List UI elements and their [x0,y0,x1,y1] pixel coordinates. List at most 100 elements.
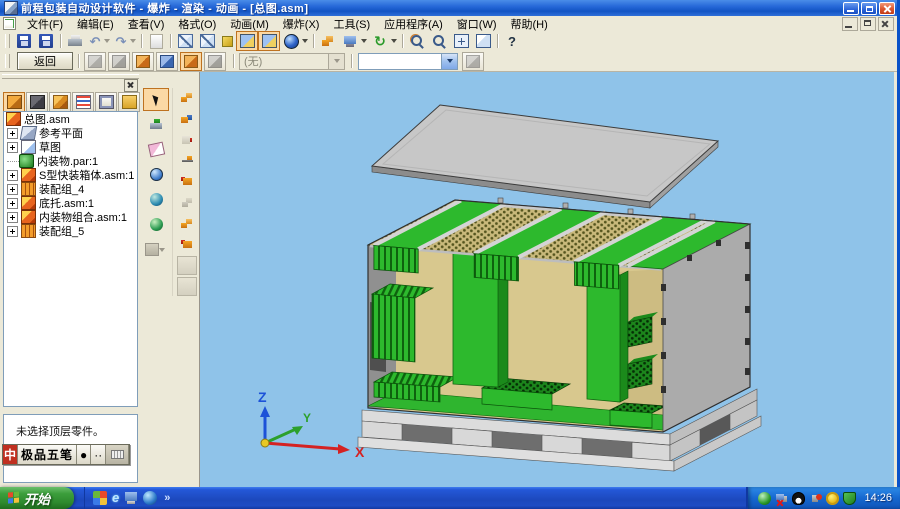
panel-splitter[interactable] [3,408,138,413]
tree-row[interactable]: 内装物组合.asm:1 [4,210,137,224]
expand-icon[interactable] [7,142,18,153]
explode-move-button[interactable] [176,130,198,149]
menu-file[interactable]: 文件(F) [20,15,70,33]
ime-shape-toggle[interactable]: ● [77,445,91,464]
start-button[interactable]: 开始 [0,487,74,509]
menu-applications[interactable]: 应用程序(A) [377,15,450,33]
config-select[interactable] [358,53,458,70]
lid-panel[interactable] [372,105,718,208]
expand-icon[interactable] [7,212,18,223]
tree-row[interactable]: 内装物.par:1 [4,154,137,168]
disabled-tool-button[interactable] [143,238,169,261]
internet-explorer-icon[interactable]: e [112,491,119,505]
tab-layers[interactable] [26,92,48,112]
render-material-button[interactable] [143,213,169,236]
render-scene-button[interactable] [143,188,169,211]
mdi-close-button[interactable] [878,17,894,31]
fit-view-button[interactable] [450,31,472,51]
tab-pathfinder[interactable] [3,92,25,112]
ime-keyboard-button[interactable] [106,445,129,464]
refresh-button[interactable]: ↻ [369,31,391,51]
ime-language-button[interactable]: 中 [3,445,18,464]
save-button[interactable] [13,31,35,51]
capture-view-button[interactable] [176,256,198,275]
hidden-edge-view-button[interactable] [196,31,218,51]
redo-dropdown[interactable] [130,39,136,43]
show-desktop-icon[interactable] [124,491,138,505]
tree-row[interactable]: 底托.asm:1 [4,196,137,210]
activate-part-button[interactable] [143,113,169,136]
erase-button[interactable] [143,138,169,161]
render-setup-button[interactable] [143,163,169,186]
tree-row[interactable]: 参考平面 [4,126,137,140]
panel-grip[interactable] [2,74,139,79]
crate-body[interactable] [358,198,761,471]
mdi-minimize-button[interactable] [842,17,858,31]
expand-icon[interactable] [7,128,18,139]
explode-group-button[interactable] [176,235,198,254]
paste-button[interactable] [145,31,167,51]
menu-format[interactable]: 格式(O) [171,15,223,33]
minimize-button[interactable] [843,2,859,15]
tab-sensors[interactable] [95,92,117,112]
undo-button[interactable]: ↶ [86,31,104,51]
render-mode-button[interactable] [280,31,302,51]
coin-tray-icon[interactable] [826,492,839,505]
tree-row[interactable]: 装配组_4 [4,182,137,196]
tab-family[interactable] [49,92,71,112]
menu-window[interactable]: 窗口(W) [450,15,504,33]
close-button[interactable] [879,2,895,15]
ime-name-button[interactable]: 极品五笔 [18,445,77,464]
menu-view[interactable]: 查看(V) [121,15,172,33]
expand-icon[interactable] [7,198,18,209]
restore-view-button[interactable] [176,277,198,296]
explode-tool-button[interactable] [317,31,339,51]
menu-tools[interactable]: 工具(S) [326,15,377,33]
toolbar-grip[interactable] [5,54,10,68]
print-button[interactable] [64,31,86,51]
explode-order-button[interactable] [176,214,198,233]
qq-tray-icon[interactable] [792,492,805,505]
menu-help[interactable]: 帮助(H) [504,15,555,33]
explode-line-button[interactable] [176,151,198,170]
context-help-button[interactable]: ? [501,31,523,51]
animation-select-arrow[interactable] [328,54,344,69]
tool-dropdown[interactable] [159,248,165,252]
refresh-dropdown[interactable] [391,39,397,43]
viewport-canvas[interactable]: Z Y X [199,72,894,487]
shaded-edges-view-button[interactable] [258,31,280,51]
bind-parts-button[interactable] [132,52,154,71]
explode-unify-button[interactable] [176,109,198,128]
explode-auto-button[interactable] [176,88,198,107]
previous-view-button[interactable] [472,31,494,51]
select-tool-button[interactable] [143,88,169,111]
menu-edit[interactable]: 编辑(E) [70,15,121,33]
back-button[interactable]: 返回 [17,52,73,70]
manual-explode-button[interactable] [108,52,130,71]
network-status-icon[interactable] [775,492,788,505]
save-as-button[interactable] [35,31,57,51]
explode-part-button[interactable] [176,172,198,191]
modify-explode-button[interactable] [156,52,178,71]
restore-button[interactable] [861,2,877,15]
zoom-area-button[interactable] [406,31,428,51]
tree-row[interactable]: 草图 [4,140,137,154]
quick-launch-overflow[interactable]: » [164,492,170,504]
document-icon[interactable] [3,17,16,30]
animation-select[interactable]: (无) [239,53,345,70]
auto-explode-button[interactable] [84,52,106,71]
zoom-button[interactable] [428,31,450,51]
ime-punct-toggle[interactable]: ·· [91,445,106,464]
toolbar-grip[interactable] [5,34,10,48]
explode-collapse-button[interactable] [176,193,198,212]
tab-library[interactable] [118,92,140,112]
shaded-view-button[interactable] [236,31,258,51]
expand-icon[interactable] [7,226,18,237]
tree-row-root[interactable]: 总图.asm [4,112,137,126]
redo-button[interactable]: ↷ [112,31,130,51]
tab-sheets[interactable] [72,92,94,112]
solid-box-button[interactable] [218,31,236,51]
named-views-dropdown[interactable] [361,39,367,43]
media-app-icon[interactable] [93,491,107,505]
config-apply-button[interactable] [462,52,484,71]
